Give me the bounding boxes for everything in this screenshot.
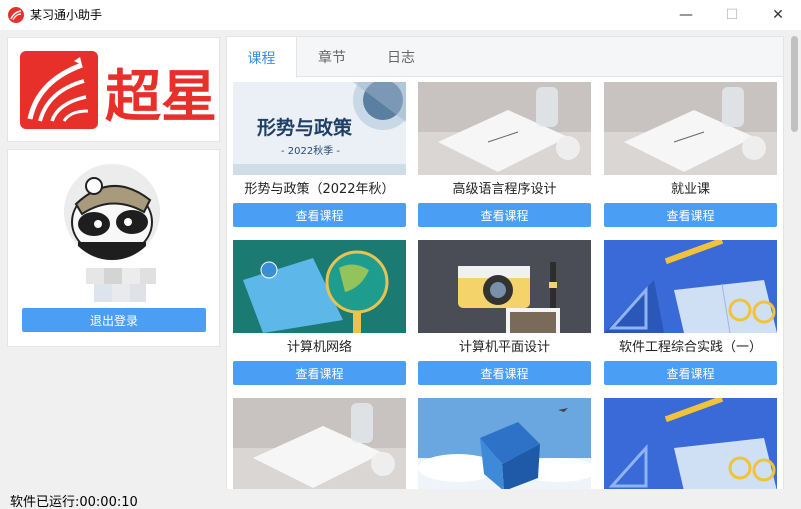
window-title: 某习通小助手 xyxy=(30,8,103,22)
course-card[interactable]: 计算机网络 查看课程 xyxy=(233,240,406,386)
view-course-button[interactable]: 查看课程 xyxy=(604,203,777,227)
course-name: 计算机平面设计 xyxy=(458,340,550,355)
course-panel: 课程 章节 日志 形势与政策 - 2022秋季 - 形势与政策（2022年秋） … xyxy=(226,36,784,496)
thumbnail-title: 形势与政策 xyxy=(257,116,353,139)
course-thumbnail xyxy=(604,82,777,175)
course-thumbnail xyxy=(233,398,406,491)
view-course-button[interactable]: 查看课程 xyxy=(418,361,591,385)
thumbnail-subtitle: - 2022秋季 - xyxy=(281,144,340,157)
tab-logs[interactable]: 日志 xyxy=(366,37,436,77)
brand-wordmark-text: 超星 xyxy=(105,64,215,130)
minimize-button[interactable]: — xyxy=(663,0,709,30)
tab-courses[interactable]: 课程 xyxy=(227,37,297,78)
course-card[interactable] xyxy=(418,398,591,495)
course-thumbnail xyxy=(233,240,406,333)
user-panel: 退出登录 xyxy=(7,149,220,347)
course-card[interactable]: 软件工程综合实践（一） 查看课程 xyxy=(604,240,777,386)
course-name: 就业课 xyxy=(670,182,710,197)
course-card[interactable]: 高级语言程序设计 查看课程 xyxy=(418,82,591,228)
brand-wordmark: 超星 xyxy=(105,64,215,130)
app-logo-icon xyxy=(8,7,24,23)
course-card[interactable] xyxy=(604,398,777,495)
app-window: 某习通小助手 — ☐ ✕ 超星 退出登录 课程 章节 日志 形势与政策 - 20… xyxy=(0,0,801,509)
course-card[interactable]: 形势与政策 - 2022秋季 - 形势与政策（2022年秋） 查看课程 xyxy=(233,82,406,228)
tab-chapters[interactable]: 章节 xyxy=(297,37,367,77)
brand-panel: 超星 xyxy=(7,37,220,142)
course-thumbnail xyxy=(418,240,591,333)
close-button[interactable]: ✕ xyxy=(755,0,801,30)
course-thumbnail xyxy=(604,240,777,333)
logout-button[interactable]: 退出登录 xyxy=(22,308,206,332)
user-avatar xyxy=(64,164,160,260)
username-redacted xyxy=(86,268,156,302)
course-thumbnail: 形势与政策 - 2022秋季 - xyxy=(233,82,406,175)
course-card[interactable]: 就业课 查看课程 xyxy=(604,82,777,228)
course-thumbnail xyxy=(418,398,591,491)
view-course-button[interactable]: 查看课程 xyxy=(233,203,406,227)
status-bar: 软件已运行:00:00:10 xyxy=(0,489,801,509)
course-card[interactable] xyxy=(233,398,406,495)
runtime-status: 软件已运行:00:00:10 xyxy=(10,495,138,509)
course-name: 形势与政策（2022年秋） xyxy=(244,182,395,197)
course-name: 高级语言程序设计 xyxy=(452,182,557,197)
course-thumbnail xyxy=(418,82,591,175)
course-card[interactable]: 计算机平面设计 查看课程 xyxy=(418,240,591,386)
course-thumbnail xyxy=(604,398,777,491)
view-course-button[interactable]: 查看课程 xyxy=(233,361,406,385)
title-bar: 某习通小助手 — ☐ ✕ xyxy=(0,0,801,30)
view-course-button[interactable]: 查看课程 xyxy=(418,203,591,227)
course-list-scrollbar[interactable] xyxy=(789,30,801,490)
scrollbar-thumb[interactable] xyxy=(791,36,798,132)
course-name: 软件工程综合实践（一） xyxy=(618,340,762,355)
brand-logo-icon xyxy=(20,51,98,129)
course-name: 计算机网络 xyxy=(286,340,352,355)
view-course-button[interactable]: 查看课程 xyxy=(604,361,777,385)
tab-bar: 课程 章节 日志 xyxy=(227,37,783,78)
maximize-button[interactable]: ☐ xyxy=(709,0,755,30)
